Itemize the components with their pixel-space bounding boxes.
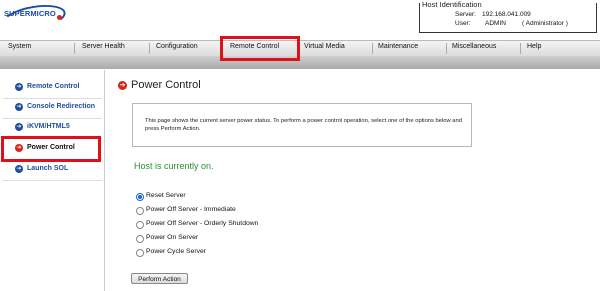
nav-divider xyxy=(446,43,447,54)
arrow-right-icon: ➔ xyxy=(15,103,23,111)
logo-dot-icon xyxy=(57,15,62,20)
highlight-box-power-control xyxy=(1,136,101,162)
nav-divider xyxy=(149,43,150,54)
sub-navigation-bar xyxy=(0,56,600,69)
user-value: ADMIN xyxy=(485,20,506,27)
option-label: Power On Server xyxy=(146,234,199,241)
page-title: Power Control xyxy=(131,79,201,91)
sidebar-item-remote-control[interactable]: ➔ Remote Control xyxy=(3,78,102,99)
sidebar-item-label: Launch SOL xyxy=(27,165,69,172)
nav-maintenance[interactable]: Maintenance xyxy=(378,43,418,50)
arrow-right-icon: ➔ xyxy=(118,81,127,90)
main-navigation: System Server Health Configuration Remot… xyxy=(0,40,600,57)
nav-divider xyxy=(372,43,373,54)
header: SUPERMICRO Host Identification Server: 1… xyxy=(0,0,600,40)
arrow-right-icon: ➔ xyxy=(15,123,23,131)
host-identification-legend: Host Identification xyxy=(421,0,483,9)
arrow-right-icon: ➔ xyxy=(15,165,23,173)
nav-system[interactable]: System xyxy=(8,43,31,50)
option-label: Power Off Server - Immediate xyxy=(146,206,236,213)
nav-server-health[interactable]: Server Health xyxy=(82,43,125,50)
highlight-box-remote-control xyxy=(220,36,300,61)
option-label: Power Cycle Server xyxy=(146,248,207,255)
sidebar-divider xyxy=(104,70,105,291)
nav-virtual-media[interactable]: Virtual Media xyxy=(304,43,345,50)
sidebar-item-console-redirection[interactable]: ➔ Console Redirection xyxy=(3,98,102,119)
sidebar-item-label: Console Redirection xyxy=(27,103,96,110)
nav-divider xyxy=(74,43,75,54)
sidebar-item-launch-sol[interactable]: ➔ Launch SOL xyxy=(3,160,102,181)
info-text: This page shows the current server power… xyxy=(145,118,462,132)
nav-help[interactable]: Help xyxy=(527,43,541,50)
user-label: User: xyxy=(455,20,471,27)
supermicro-logo[interactable]: SUPERMICRO xyxy=(0,0,68,36)
nav-divider xyxy=(520,43,521,54)
radio-button[interactable] xyxy=(136,235,144,243)
option-label: Power Off Server - Orderly Shutdown xyxy=(146,220,259,227)
radio-button[interactable] xyxy=(136,207,144,215)
nav-configuration[interactable]: Configuration xyxy=(156,43,198,50)
sidebar-item-label: Remote Control xyxy=(27,83,80,90)
logo-text: SUPERMICRO xyxy=(4,9,56,18)
server-label: Server: xyxy=(455,11,476,18)
arrow-right-icon: ➔ xyxy=(15,83,23,91)
user-role: ( Administrator ) xyxy=(522,20,568,27)
option-label: Reset Server xyxy=(146,192,186,199)
nav-miscellaneous[interactable]: Miscellaneous xyxy=(452,43,496,50)
info-box: This page shows the current server power… xyxy=(132,103,472,147)
radio-button[interactable] xyxy=(136,193,144,201)
server-value: 192.168.041.009 xyxy=(482,11,531,18)
sidebar-item-label: iKVM/HTML5 xyxy=(27,123,70,130)
perform-action-button[interactable]: Perform Action xyxy=(131,273,188,284)
host-status: Host is currently on. xyxy=(134,161,214,171)
radio-button[interactable] xyxy=(136,249,144,257)
radio-button[interactable] xyxy=(136,221,144,229)
